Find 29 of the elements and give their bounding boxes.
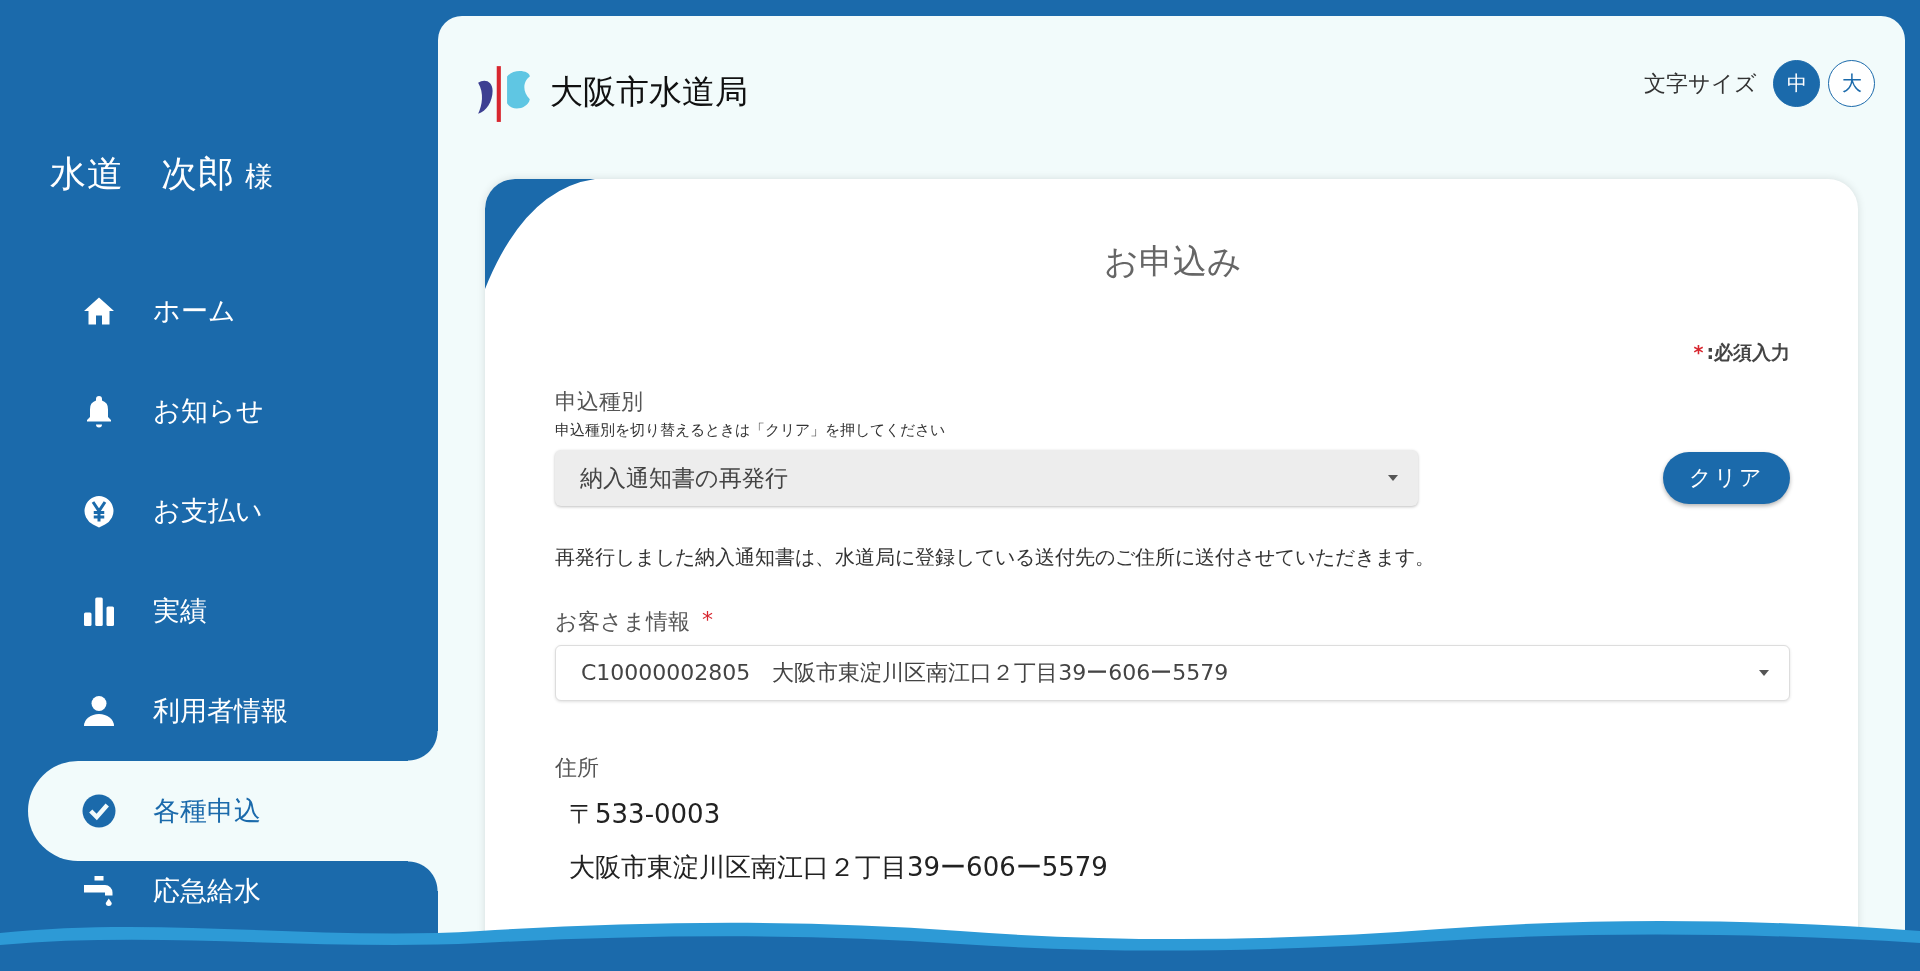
honorific: 様 — [245, 159, 273, 195]
check-circle-icon — [81, 793, 117, 829]
clear-button[interactable]: クリア — [1663, 452, 1790, 504]
select-field[interactable]: C10000002805 大阪市東淀川区南江口２丁目39ー606ー5579 — [555, 645, 1790, 701]
caret-icon — [1759, 670, 1769, 676]
address-text: 大阪市東淀川区南江口２丁目39ー606ー5579 — [568, 851, 1109, 884]
user-icon — [81, 693, 117, 729]
notice-text: 再発行しました納入通知書は、水道局に登録している送付先のご住所に送付させていただきます。 — [555, 544, 1436, 571]
nav-item[interactable]: ホーム — [28, 261, 438, 361]
postal-code: 〒533-0003 — [568, 798, 722, 831]
font-size-button[interactable]: 大 — [1828, 60, 1875, 107]
nav-item[interactable]: 利用者情報 — [28, 661, 438, 761]
form-title: お申込み — [1102, 240, 1243, 283]
logo-text: 大阪市水道局 — [550, 71, 748, 113]
field-label: 住所 — [555, 754, 600, 782]
nav-item[interactable]: 応急給水 — [28, 861, 438, 921]
select-field[interactable]: 納入通知書の再発行 — [555, 450, 1418, 506]
caret-icon — [1388, 475, 1398, 481]
required-mark: * — [702, 607, 713, 634]
user-name: 水道 次郎 — [50, 152, 235, 196]
field-label: お客さま情報 — [555, 608, 690, 636]
nav-item[interactable]: お知らせ — [28, 361, 438, 461]
required-note: *:必須入力 — [1693, 340, 1790, 365]
field-hint: 申込種別を切り替えるときは「クリア」を押してください — [555, 421, 946, 440]
nav-item[interactable]: 実績 — [28, 561, 438, 661]
nav-item[interactable]: お支払い — [28, 461, 438, 561]
font-size-label: 文字サイズ — [1644, 69, 1757, 98]
field-label: 申込種別 — [555, 388, 644, 416]
font-size-button[interactable]: 中 — [1773, 60, 1820, 107]
